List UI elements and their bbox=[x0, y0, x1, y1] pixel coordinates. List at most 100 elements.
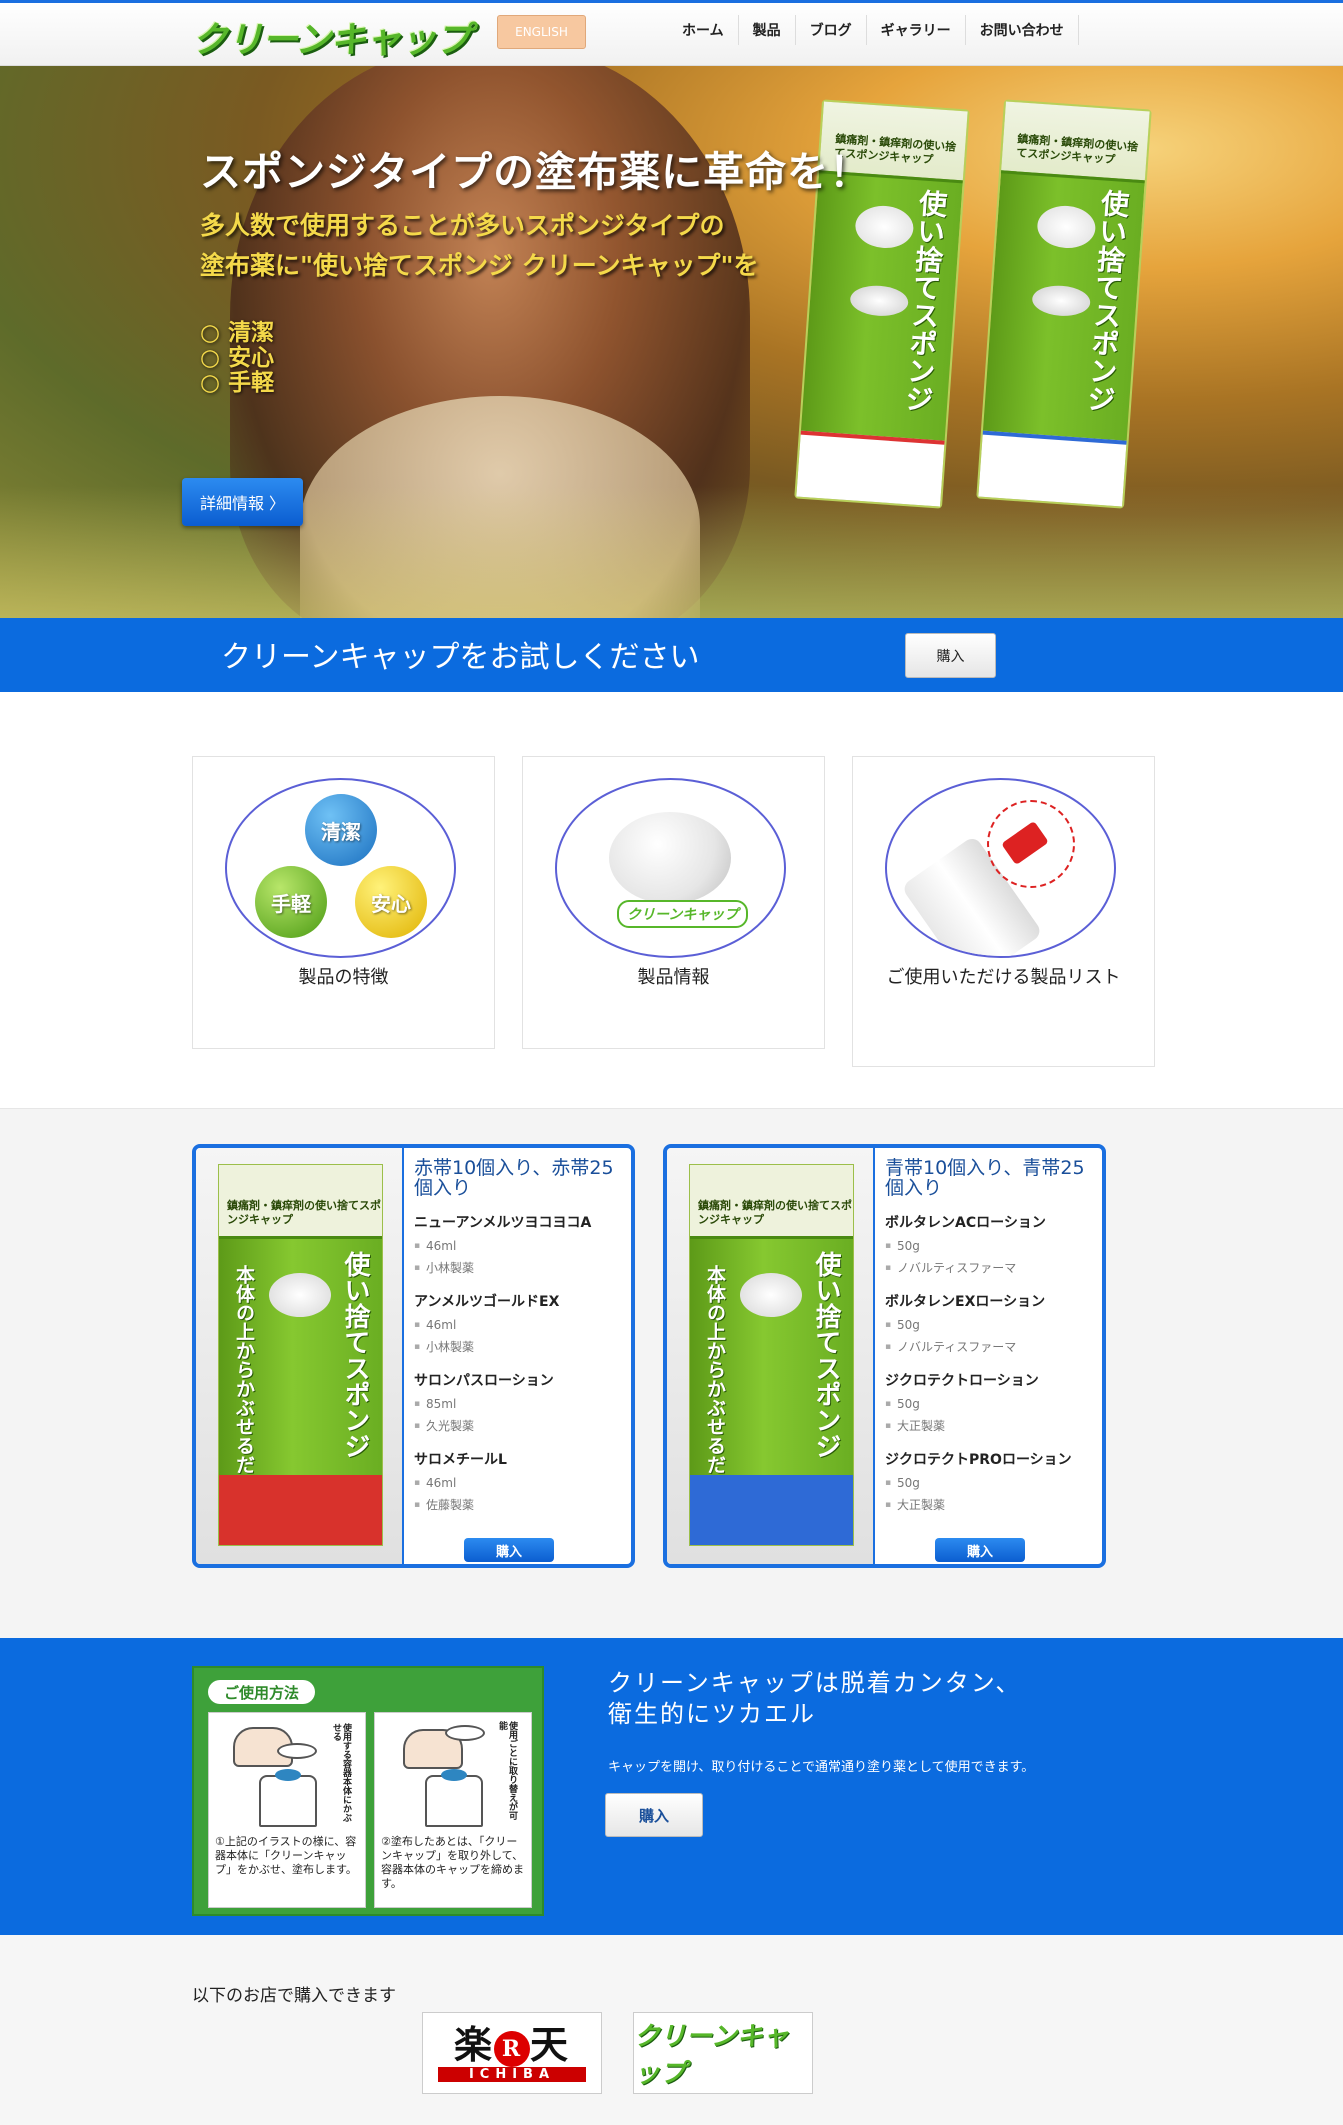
product-box-red: 鎮痛剤・鎮痒剤の使い捨てスポンジキャップ 使い捨てスポンジ 本体の上からかぶせる… bbox=[218, 1164, 383, 1546]
product-item-name: アンメルツゴールドEX bbox=[414, 1294, 560, 1310]
products-section: 鎮痛剤・鎮痒剤の使い捨てスポンジキャップ 使い捨てスポンジ 本体の上からかぶせる… bbox=[0, 1108, 1343, 1638]
hero-feature-clean: ○ 清潔 bbox=[200, 320, 275, 346]
product-item-name: ニューアンメルツヨコヨコA bbox=[414, 1215, 592, 1231]
product-box-vertical-text: 使い捨てスポンジ bbox=[340, 1251, 370, 1459]
try-band: クリーンキャップをお試しください 購入 bbox=[0, 618, 1343, 692]
nav-gallery[interactable]: ギャラリー bbox=[867, 15, 966, 45]
product-item-volume: 46ml bbox=[414, 1314, 624, 1336]
product-item-maker: 小林製薬 bbox=[414, 1336, 624, 1358]
card-features-label: 製品の特徴 bbox=[298, 967, 389, 988]
hero-box-header: 鎮痛剤・鎮痒剤の使い捨てスポンジキャップ bbox=[1015, 132, 1139, 167]
product-item-name: ジクロテクトPROローション bbox=[885, 1452, 1072, 1468]
sponge-cap-image bbox=[853, 204, 915, 250]
product-box-label bbox=[219, 1475, 382, 1545]
product-item: サロメチールL 46ml 佐藤製薬 bbox=[414, 1449, 624, 1516]
product-item: ニューアンメルツヨコヨコA 46ml 小林製薬 bbox=[414, 1212, 624, 1279]
product-item-volume: 50g bbox=[885, 1393, 1095, 1415]
product-item: ジクロテクトPROローション 50g 大正製薬 bbox=[885, 1449, 1095, 1516]
features-illustration: 清潔 手軽 安心 bbox=[225, 778, 456, 958]
nav-home[interactable]: ホーム bbox=[668, 15, 739, 45]
card-product-info[interactable]: クリーンキャップ 製品情報 bbox=[522, 756, 825, 1049]
nav-blog[interactable]: ブログ bbox=[796, 15, 867, 45]
product-item-volume: 46ml bbox=[414, 1472, 624, 1494]
product-item-maker: 大正製薬 bbox=[885, 1415, 1095, 1437]
usage-step-2: 使用ごとに取り替えが可能 ②塗布したあとは、「クリーンキャップ」を取り外して、容… bbox=[374, 1712, 532, 1908]
product-item: ボルタレンEXローション 50g ノバルティスファーマ bbox=[885, 1291, 1095, 1358]
ball-easy: 手軽 bbox=[255, 866, 327, 938]
rakuten-store-link[interactable]: 楽R天 ICHIBA bbox=[422, 2012, 602, 2094]
try-buy-button[interactable]: 購入 bbox=[905, 633, 996, 678]
usage-buy-button[interactable]: 購入 bbox=[605, 1793, 703, 1837]
usage-step-1: 使用する容器本体にかぶせる ①上記のイラストの様に、容器本体に「クリーンキャップ… bbox=[208, 1712, 366, 1908]
product-item: ボルタレンACローション 50g ノバルティスファーマ bbox=[885, 1212, 1095, 1279]
product-item-name: サロンパスローション bbox=[414, 1373, 554, 1389]
product-item-volume: 85ml bbox=[414, 1393, 624, 1415]
usage-title-line2: 衛生的にツカエル bbox=[608, 1700, 816, 1728]
english-button[interactable]: ENGLISH bbox=[497, 15, 586, 49]
product-item-maker: 大正製薬 bbox=[885, 1494, 1095, 1516]
usage-step2-note: 使用ごとに取り替えが可能 bbox=[497, 1721, 517, 1820]
ball-safe: 安心 bbox=[355, 866, 427, 938]
product-item-maker: 小林製薬 bbox=[414, 1257, 624, 1279]
cleancap-store-link[interactable]: クリーンキャップ bbox=[633, 2012, 813, 2094]
rakuten-logo-right: 天 bbox=[530, 2022, 571, 2068]
site-logo[interactable]: クリーンキャップ bbox=[192, 11, 471, 63]
product-item-maker: 久光製薬 bbox=[414, 1415, 624, 1437]
product-list-illustration bbox=[885, 778, 1116, 958]
product-info-illustration: クリーンキャップ bbox=[555, 778, 786, 958]
sponge-cap-image bbox=[1031, 283, 1092, 318]
product-item-maker: ノバルティスファーマ bbox=[885, 1257, 1095, 1279]
product-item-maker: 佐藤製薬 bbox=[414, 1494, 624, 1516]
product-item-maker: ノバルティスファーマ bbox=[885, 1336, 1095, 1358]
hero-subtitle: 多人数で使用することが多いスポンジタイプの 塗布薬に"使い捨てスポンジ クリーン… bbox=[200, 206, 759, 286]
product-box-vertical-text2: 本体の上からかぶせるだけ bbox=[704, 1265, 726, 1493]
product-box-vertical-text: 使い捨てスポンジ bbox=[811, 1251, 841, 1459]
hero-box-label bbox=[796, 430, 945, 507]
product-image-blue: 鎮痛剤・鎮痒剤の使い捨てスポンジキャップ 使い捨てスポンジ 本体の上からかぶせる… bbox=[667, 1148, 875, 1564]
product-box-label bbox=[690, 1475, 853, 1545]
usage-tag: ご使用方法 bbox=[208, 1680, 316, 1704]
product-item-name: ジクロテクトローション bbox=[885, 1373, 1039, 1389]
cap-image bbox=[277, 1743, 317, 1759]
product-item-volume: 50g bbox=[885, 1235, 1095, 1257]
usage-step2-text: ②塗布したあとは、「クリーンキャップ」を取り外して、容器本体のキャップを締めます… bbox=[381, 1835, 524, 1890]
buy-button-red[interactable]: 購入 bbox=[464, 1538, 554, 1562]
card-product-list-label: ご使用いただける製品リスト bbox=[886, 967, 1121, 988]
sponge-cap-image bbox=[849, 283, 910, 318]
bottle-image bbox=[425, 1775, 483, 1827]
cap-image bbox=[445, 1725, 485, 1741]
try-band-text: クリーンキャップをお試しください bbox=[221, 640, 700, 675]
usage-title: クリーンキャップは脱着カンタン、 衛生的にツカエル bbox=[608, 1668, 1021, 1730]
hero-product-box-blue: 鎮痛剤・鎮痒剤の使い捨てスポンジキャップ 使い捨てスポンジ bbox=[976, 99, 1152, 509]
product-item: サロンパスローション 85ml 久光製薬 bbox=[414, 1370, 624, 1437]
detail-button[interactable]: 詳細情報 〉 bbox=[182, 478, 303, 526]
main-nav: ホーム 製品 ブログ ギャラリー お問い合わせ bbox=[668, 15, 1079, 45]
hero-feature-easy: ○ 手軽 bbox=[200, 370, 275, 396]
product-item: アンメルツゴールドEX 46ml 小林製薬 bbox=[414, 1291, 624, 1358]
usage-step1-text: ①上記のイラストの様に、容器本体に「クリーンキャップ」をかぶせ、塗布します。 bbox=[215, 1835, 357, 1876]
buy-button-blue[interactable]: 購入 bbox=[935, 1538, 1025, 1562]
sponge-cap-image bbox=[609, 812, 731, 904]
product-item-volume: 46ml bbox=[414, 1235, 624, 1257]
stores-section: 以下のお店で購入できます 楽R天 ICHIBA クリーンキャップ bbox=[0, 1935, 1343, 2125]
product-info-red: 赤帯10個入り、赤帯25個入り ニューアンメルツヨコヨコA 46ml 小林製薬 … bbox=[414, 1158, 624, 1528]
nav-contact[interactable]: お問い合わせ bbox=[966, 15, 1079, 45]
usage-section: ご使用方法 使用する容器本体にかぶせる ①上記のイラストの様に、容器本体に「クリ… bbox=[0, 1638, 1343, 1935]
rakuten-r-icon: R bbox=[494, 2030, 530, 2067]
product-box-blue: 鎮痛剤・鎮痒剤の使い捨てスポンジキャップ 使い捨てスポンジ 本体の上からかぶせる… bbox=[689, 1164, 854, 1546]
bottle-top-image bbox=[275, 1769, 301, 1781]
card-product-info-label: 製品情報 bbox=[637, 967, 710, 988]
card-product-list[interactable]: ご使用いただける製品リスト bbox=[852, 756, 1155, 1067]
sponge-cap-image bbox=[740, 1273, 802, 1317]
card-features[interactable]: 清潔 手軽 安心 製品の特徴 bbox=[192, 756, 495, 1049]
nav-products[interactable]: 製品 bbox=[739, 15, 796, 45]
product-card-red: 鎮痛剤・鎮痒剤の使い捨てスポンジキャップ 使い捨てスポンジ 本体の上からかぶせる… bbox=[192, 1144, 635, 1568]
hero-feature-safe: ○ 安心 bbox=[200, 345, 275, 371]
bottle-image bbox=[259, 1775, 317, 1827]
product-item-name: ボルタレンACローション bbox=[885, 1215, 1046, 1231]
product-item-name: サロメチールL bbox=[414, 1452, 507, 1468]
rakuten-logo-left: 楽 bbox=[453, 2022, 494, 2068]
hero-subtitle-line1: 多人数で使用することが多いスポンジタイプの bbox=[200, 211, 725, 240]
page: クリーンキャップ ENGLISH ホーム 製品 ブログ ギャラリー お問い合わせ… bbox=[0, 0, 1343, 2125]
hero-feature-list: ○ 清潔 ○ 安心 ○ 手軽 bbox=[200, 321, 274, 396]
